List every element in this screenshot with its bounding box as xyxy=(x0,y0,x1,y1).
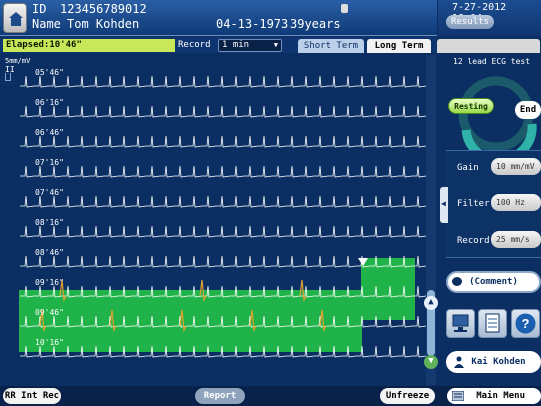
chevron-left-icon: ◀ xyxy=(441,199,446,208)
tab-blank[interactable] xyxy=(437,39,540,53)
patient-name: Tom Kohden xyxy=(67,17,140,31)
results-button[interactable]: Results xyxy=(446,15,494,29)
tab-short-term[interactable]: Short Term xyxy=(298,39,364,53)
print-preview-button[interactable] xyxy=(478,309,507,338)
menu-grid-icon xyxy=(452,391,464,401)
row-timestamp: 07'46" xyxy=(35,188,64,197)
patient-dob: 04-13-1973 xyxy=(216,17,289,31)
svg-text:?: ? xyxy=(522,316,530,331)
lock-icon xyxy=(341,4,348,13)
tab-long-term[interactable]: Long Term xyxy=(367,39,431,53)
report-button[interactable]: Report xyxy=(195,388,245,404)
id-label: ID xyxy=(32,2,47,16)
help-icon: ? xyxy=(515,313,536,334)
sweep-select[interactable]: 25 mm/s xyxy=(491,231,541,248)
selection-highlight-middle xyxy=(19,290,415,320)
ecg-trace-row xyxy=(20,135,427,148)
row-timestamp: 09'16" xyxy=(35,278,64,287)
unfreeze-button[interactable]: Unfreeze xyxy=(380,388,435,404)
home-icon xyxy=(9,12,23,26)
gain-label: Gain xyxy=(457,163,479,173)
document-icon xyxy=(485,313,500,333)
scroll-down-button[interactable]: ▼ xyxy=(424,355,438,369)
chevron-down-icon: ▼ xyxy=(273,41,278,49)
row-timestamp: 09'46" xyxy=(35,308,64,317)
monitor-icon xyxy=(452,314,469,332)
row-timestamp: 06'46" xyxy=(35,128,64,137)
ecg-test-label: 12 lead ECG test xyxy=(453,57,531,66)
ecg-screen: ID 123456789012 Name Tom Kohden 04-13-19… xyxy=(0,0,541,406)
end-button[interactable]: End xyxy=(515,101,541,119)
ecg-trace-row xyxy=(20,105,427,118)
scale-label: 5mm/mV xyxy=(5,57,31,65)
home-button[interactable] xyxy=(3,3,27,33)
record-select-value: 1 min xyxy=(222,40,250,50)
resting-button[interactable]: Resting xyxy=(448,98,494,114)
row-timestamp: 07'16" xyxy=(35,158,64,167)
row-timestamp: 08'46" xyxy=(35,248,64,257)
row-timestamp: 08'16" xyxy=(35,218,64,227)
help-button[interactable]: ? xyxy=(511,309,540,338)
row-timestamp: 05'46" xyxy=(35,68,64,77)
selection-highlight-start xyxy=(361,258,415,290)
record-select[interactable]: 1 min ▼ xyxy=(218,39,282,52)
rr-interval-record-button[interactable]: RR Int Rec xyxy=(3,388,61,404)
ecg-trace-row xyxy=(20,225,427,238)
calibration-pulse-icon xyxy=(5,73,11,81)
name-label: Name xyxy=(32,17,61,31)
ecg-trace-row xyxy=(20,165,427,178)
comment-icon xyxy=(452,277,462,286)
row-timestamp: 10'16" xyxy=(35,338,64,347)
ecg-traces xyxy=(19,75,427,358)
ecg-waveform-area[interactable] xyxy=(0,55,432,385)
ecg-trace-row xyxy=(20,75,427,88)
sweep-label: Record xyxy=(457,236,490,246)
patient-id: 123456789012 xyxy=(60,2,147,16)
user-icon xyxy=(454,356,464,368)
patient-age: 39years xyxy=(290,17,341,31)
filter-label: Filter xyxy=(457,199,490,209)
ecg-trace-row xyxy=(20,195,427,208)
gain-select[interactable]: 10 mm/mV xyxy=(491,158,541,175)
monitor-button[interactable] xyxy=(446,309,475,338)
row-timestamp: 06'16" xyxy=(35,98,64,107)
record-label: Record xyxy=(178,40,211,50)
elapsed-time: Elapsed:10'46" xyxy=(3,39,175,52)
scroll-up-button[interactable]: ▲ xyxy=(424,296,438,310)
selection-highlight-end xyxy=(19,320,362,352)
filter-select[interactable]: 100 Hz xyxy=(491,194,541,211)
